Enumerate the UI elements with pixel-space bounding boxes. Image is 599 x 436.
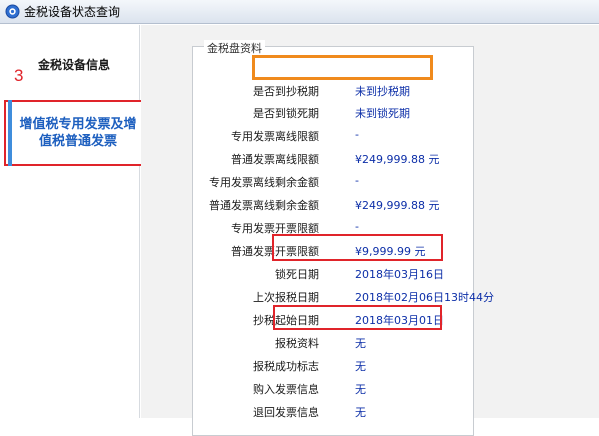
info-value: 未到抄税期: [355, 85, 410, 98]
info-label: 是否到抄税期: [253, 85, 319, 98]
info-value: ¥249,999.88 元: [355, 153, 440, 166]
info-label: 专用发票离线限额: [231, 130, 319, 143]
info-value: 2018年02月06日13时44分: [355, 291, 494, 304]
info-value: 无: [355, 337, 366, 350]
info-label: 报税成功标志: [253, 360, 319, 373]
info-row: 购入发票信息 无: [193, 378, 475, 398]
title-bar: 金税设备状态查询: [0, 0, 599, 24]
highlight-box-orange: [252, 55, 433, 80]
info-row: 是否到锁死期 未到锁死期: [193, 102, 475, 122]
info-row: 普通发票离线剩余金额 ¥249,999.88 元: [193, 194, 475, 214]
annotation-number: 3: [14, 66, 24, 85]
sidebar-header: 金税设备信息: [38, 58, 111, 72]
info-value: ¥249,999.88 元: [355, 199, 440, 212]
info-label: 报税资料: [275, 337, 319, 350]
info-row: 退回发票信息无: [193, 401, 475, 421]
window-title: 金税设备状态查询: [24, 5, 121, 19]
highlight-box-lock-date: [272, 234, 443, 261]
main-area: 是否到抄税期 未到抄税期是否到锁死期 未到锁死期专用发票离线限额 - 普通发票离线限额 ¥…: [141, 25, 599, 436]
app-icon: [5, 4, 20, 19]
info-value: 无: [355, 383, 366, 396]
sidebar: 金税设备信息 3 增值税专用发票及增值税普通发票: [0, 25, 146, 418]
info-label: 是否到锁死期: [253, 107, 319, 120]
highlight-box-tax-data: [273, 305, 442, 330]
info-row: 报税成功标志 无: [193, 355, 475, 375]
info-label: 购入发票信息: [253, 383, 319, 396]
info-row: 普通发票离线限额 ¥249,999.88 元: [193, 148, 475, 168]
info-value: 未到锁死期: [355, 107, 410, 120]
info-row: 专用发票离线限额 -: [193, 125, 475, 145]
sidebar-item-label: 增值税专用发票及增值税普通发票: [19, 117, 137, 149]
panel-legend: 金税盘资料: [204, 40, 265, 56]
active-indicator: [8, 100, 12, 166]
info-row: 报税资料 无: [193, 332, 475, 352]
info-value: -: [355, 174, 359, 187]
info-value: -: [355, 128, 359, 141]
info-label: 锁死日期: [275, 268, 319, 281]
info-label: 上次报税日期: [253, 291, 319, 304]
info-row: 上次报税日期 2018年02月06日13时44分: [193, 286, 494, 306]
info-row: 锁死日期 2018年03月16日: [193, 263, 475, 283]
sidebar-item-vat-invoices[interactable]: 增值税专用发票及增值税普通发票: [4, 100, 146, 166]
info-label: 普通发票离线限额: [231, 153, 319, 166]
info-value: 无: [355, 360, 366, 373]
info-label: 专用发票离线剩余金额: [209, 176, 319, 189]
info-value: -: [355, 220, 359, 233]
info-row: 是否到抄税期 未到抄税期: [193, 80, 475, 100]
info-value: 2018年03月16日: [355, 268, 444, 281]
info-label: 普通发票离线剩余金额: [209, 199, 319, 212]
info-row: 专用发票离线剩余金额 -: [193, 171, 475, 191]
